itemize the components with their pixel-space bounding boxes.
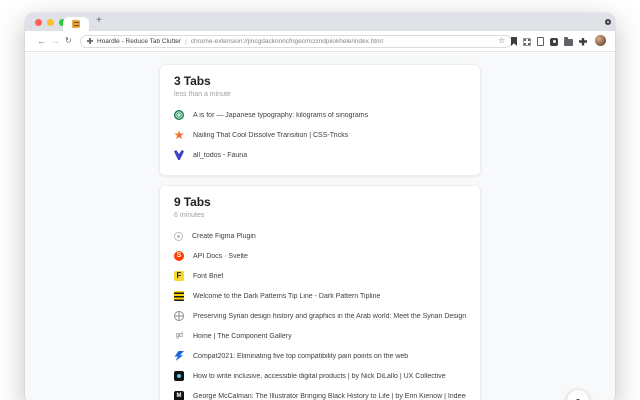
- tab-link-row[interactable]: all_todos - Fauna: [174, 145, 466, 165]
- tab-link-row[interactable]: Preserving Syrian design history and gra…: [174, 306, 466, 326]
- tab-link-label: Home | The Component Gallery: [193, 332, 292, 340]
- group-age: 6 minutes: [174, 212, 205, 219]
- group-rows: Create Figma Plugin API Docs · Svelte Fo…: [174, 226, 466, 400]
- puzzle-icon[interactable]: [579, 37, 587, 46]
- tab-link-row[interactable]: Welcome to the Dark Patterns Tip Line - …: [174, 286, 466, 306]
- tab-link-label: all_todos - Fauna: [193, 151, 248, 159]
- browser-window: + ← → ↻ Hoardle - Reduce Tab Clutter | c…: [25, 13, 615, 400]
- profile-avatar[interactable]: [595, 35, 606, 46]
- folder-icon[interactable]: [564, 37, 573, 46]
- tab-group-card: 9 Tabs 6 minutes Create Figma Plugin API…: [159, 185, 481, 400]
- tab-link-label: API Docs · Svelte: [193, 252, 248, 260]
- qr-icon[interactable]: [523, 37, 531, 46]
- tab-link-row[interactable]: Font Brief: [174, 266, 466, 286]
- tab-link-row[interactable]: Create Figma Plugin: [174, 226, 466, 246]
- uxcollective-icon: [174, 371, 184, 381]
- tab-link-label: Nailing That Cool Dissolve Transition | …: [193, 131, 349, 139]
- extension-puzzle-icon: [87, 38, 93, 44]
- extension-icon-row: [511, 37, 587, 47]
- new-tab-button[interactable]: +: [96, 15, 102, 26]
- syrian-archive-icon: [174, 311, 184, 321]
- address-bar[interactable]: Hoardle - Reduce Tab Clutter | chrome-ex…: [80, 34, 512, 48]
- tab-link-label: George McCalman: The Illustrator Bringin…: [193, 392, 466, 400]
- css-tricks-icon: [174, 130, 184, 140]
- tab-link-row[interactable]: George McCalman: The Illustrator Bringin…: [174, 386, 466, 400]
- group-age: less than a minute: [174, 91, 231, 98]
- page-icon[interactable]: [537, 37, 544, 46]
- group-rows: A is for — Japanese typography: kilogram…: [174, 105, 466, 165]
- component-gallery-icon: [174, 331, 184, 341]
- tab-link-row[interactable]: Compat2021: Eliminating five top compati…: [174, 346, 466, 366]
- tab-link-row[interactable]: A is for — Japanese typography: kilogram…: [174, 105, 466, 125]
- tab-link-row[interactable]: Nailing That Cool Dissolve Transition | …: [174, 125, 466, 145]
- tab-link-label: Create Figma Plugin: [192, 232, 256, 240]
- tab-link-label: Font Brief: [193, 272, 224, 280]
- tab-link-row[interactable]: Home | The Component Gallery: [174, 326, 466, 346]
- address-url: chrome-extension://jincgdacknnncfngecmcc…: [190, 37, 383, 45]
- browser-toolbar: ← → ↻ Hoardle - Reduce Tab Clutter | chr…: [25, 31, 615, 52]
- hoardle-icon: [72, 20, 80, 28]
- minimize-window-button[interactable]: [47, 19, 54, 26]
- tab-link-label: A is for — Japanese typography: kilogram…: [193, 111, 369, 119]
- tab-link-row[interactable]: API Docs · Svelte: [174, 246, 466, 266]
- figma-icon: [174, 231, 183, 241]
- page-content: 3 Tabs less than a minute A is for — Jap…: [25, 53, 615, 400]
- medium-icon: [174, 391, 184, 400]
- menu-kebab-icon[interactable]: ⋮: [611, 35, 615, 46]
- tab-strip: +: [25, 13, 615, 31]
- window-controls: [35, 19, 66, 26]
- webdev-icon: [174, 351, 184, 361]
- a-is-for-icon: [174, 110, 184, 120]
- fauna-icon: [174, 150, 184, 160]
- refresh-button[interactable]: ↻: [65, 35, 72, 47]
- group-title: 9 Tabs: [174, 195, 211, 209]
- browser-tab-hoardle[interactable]: [63, 17, 89, 31]
- tab-link-label: Welcome to the Dark Patterns Tip Line - …: [193, 292, 381, 300]
- back-button[interactable]: ←: [37, 35, 46, 47]
- address-separator: |: [185, 37, 187, 45]
- address-page-title: Hoardle - Reduce Tab Clutter: [97, 37, 182, 45]
- tab-group-list: 3 Tabs less than a minute A is for — Jap…: [25, 64, 615, 400]
- contrast-icon[interactable]: [550, 37, 558, 46]
- bookmark-star-icon[interactable]: ☆: [498, 36, 505, 45]
- tab-link-label: Compat2021: Eliminating five top compati…: [193, 352, 409, 360]
- forward-button[interactable]: →: [51, 35, 60, 47]
- close-window-button[interactable]: [35, 19, 42, 26]
- tab-link-label: Preserving Syrian design history and gra…: [193, 312, 466, 320]
- group-title: 3 Tabs: [174, 74, 211, 88]
- svelte-icon: [174, 251, 184, 261]
- bookmark-icon[interactable]: [511, 37, 517, 46]
- fontbrief-icon: [174, 271, 184, 281]
- gear-dot-icon[interactable]: [605, 19, 611, 25]
- tab-group-card: 3 Tabs less than a minute A is for — Jap…: [159, 64, 481, 176]
- tab-link-label: How to write inclusive, accessible digit…: [193, 372, 446, 380]
- darkpatterns-icon: [174, 291, 184, 301]
- tab-link-row[interactable]: How to write inclusive, accessible digit…: [174, 366, 466, 386]
